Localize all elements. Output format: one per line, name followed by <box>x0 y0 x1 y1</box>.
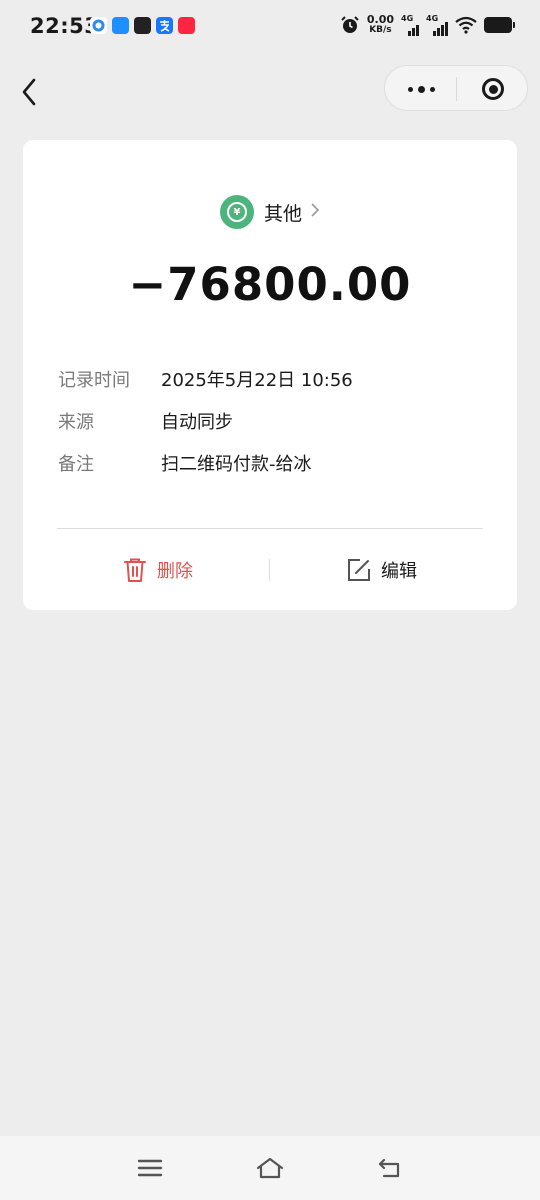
edit-label: 编辑 <box>381 561 417 582</box>
xiaohongshu-icon <box>178 17 195 34</box>
wifi-icon <box>455 16 477 34</box>
net-speed-value: 0.00 <box>366 13 394 26</box>
battery-icon <box>484 17 515 33</box>
divider <box>57 528 483 529</box>
amount: −76800.00 <box>128 258 412 311</box>
system-back-button[interactable] <box>370 1150 410 1186</box>
delete-label: 删除 <box>157 561 193 582</box>
chevron-right-icon <box>310 202 320 223</box>
record-actions: 删除 编辑 <box>23 548 517 592</box>
back-arrow-icon <box>378 1158 400 1178</box>
more-dots-icon <box>407 86 413 92</box>
delete-button[interactable]: 删除 <box>123 552 193 588</box>
more-button[interactable] <box>393 70 449 108</box>
home-button[interactable] <box>250 1150 290 1186</box>
home-icon <box>256 1157 284 1179</box>
nav-bar <box>0 62 540 118</box>
detail-row-note: 备注 扫二维码付款-给冰 <box>58 442 478 484</box>
capsule-divider <box>456 77 457 101</box>
record-details: 记录时间 2025年5月22日 10:56 来源 自动同步 备注 扫二维码付款-… <box>58 358 478 484</box>
mini-program-capsule <box>384 65 528 111</box>
signal-2-label: 4G <box>426 14 439 23</box>
status-time: 22:53 <box>30 14 100 38</box>
yuan-coin-icon: ¥ <box>219 195 254 229</box>
back-button[interactable] <box>14 72 50 112</box>
qq-browser-icon <box>90 17 107 34</box>
menu-button[interactable] <box>130 1150 170 1186</box>
category-label: 其他 <box>263 202 302 225</box>
record-card: ¥ 其他 −76800.00 记录时间 2025年5月22日 10:56 来源 … <box>23 140 517 610</box>
category-selector[interactable]: ¥ 其他 <box>23 195 517 229</box>
status-indicators: 0.00 KB/s 4G 4G <box>340 13 515 36</box>
net-speed: 0.00 KB/s <box>366 13 394 35</box>
detail-value: 自动同步 <box>161 412 233 433</box>
target-circle-icon <box>482 78 504 100</box>
system-nav-bar <box>0 1136 540 1200</box>
alarm-icon <box>341 16 359 33</box>
signal-2-icon: 4G <box>426 14 448 36</box>
status-bar: 22:53 0.00 KB/s 4G 4G <box>0 0 540 54</box>
close-mini-program-button[interactable] <box>465 70 521 108</box>
detail-value: 2025年5月22日 10:56 <box>161 370 353 391</box>
menu-icon <box>137 1159 163 1177</box>
detail-key: 记录时间 <box>58 370 130 391</box>
signal-1-icon: 4G <box>401 14 419 36</box>
detail-value: 扫二维码付款-给冰 <box>161 454 312 475</box>
edit-icon <box>348 559 370 581</box>
net-speed-unit: KB/s <box>369 25 392 35</box>
trash-icon <box>124 558 146 582</box>
news-app-icon <box>134 17 151 34</box>
detail-row-source: 来源 自动同步 <box>58 400 478 442</box>
detail-key: 备注 <box>58 454 94 475</box>
edit-button[interactable]: 编辑 <box>347 552 417 588</box>
action-separator <box>269 559 270 581</box>
notification-app-icon <box>112 17 129 34</box>
detail-row-time: 记录时间 2025年5月22日 10:56 <box>58 358 478 400</box>
detail-key: 来源 <box>58 412 94 433</box>
chevron-left-icon <box>22 78 36 106</box>
alipay-icon <box>156 17 173 34</box>
status-app-icons <box>90 17 195 34</box>
signal-1-label: 4G <box>401 14 414 23</box>
